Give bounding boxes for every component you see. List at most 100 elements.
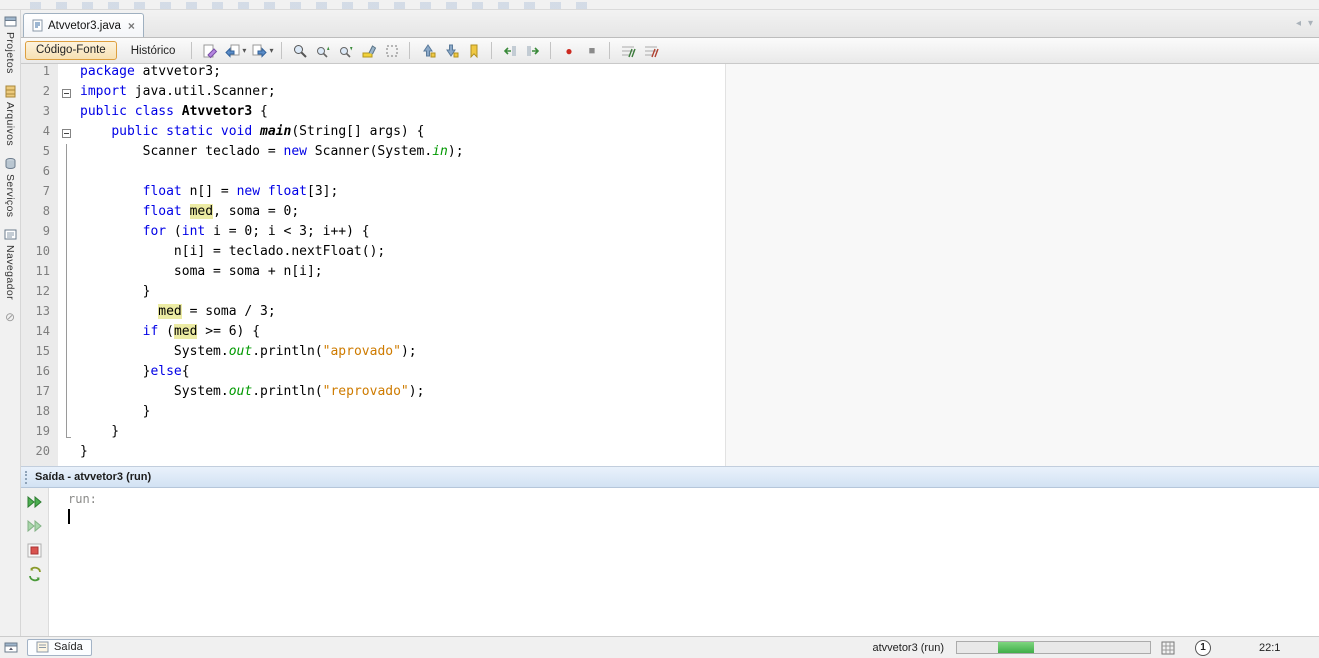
history-view-button[interactable]: Histórico bbox=[121, 42, 186, 60]
fold-margin bbox=[58, 264, 78, 284]
fold-margin bbox=[58, 184, 78, 204]
fold-margin bbox=[58, 444, 78, 464]
rerun-button[interactable] bbox=[26, 494, 43, 510]
stop-macro-button[interactable]: ■ bbox=[580, 40, 603, 61]
toggle-bookmark-button[interactable] bbox=[462, 40, 485, 61]
code-line: 11 soma = soma + n[i]; bbox=[21, 264, 1319, 284]
code-text: float n[] = new float[3]; bbox=[78, 184, 338, 204]
editor-toolbar: Código-Fonte Histórico ▾ ▾ ● ■ bbox=[21, 38, 1319, 64]
text-caret bbox=[68, 509, 70, 524]
line-number: 10 bbox=[21, 244, 58, 264]
console-output[interactable]: run: bbox=[49, 488, 1319, 636]
main-toolbar-clipped bbox=[0, 0, 1319, 10]
memory-grid-icon[interactable] bbox=[1161, 641, 1175, 655]
output-window-icon bbox=[36, 641, 49, 653]
code-text: soma = soma + n[i]; bbox=[78, 264, 323, 284]
tab-atvvetor3[interactable]: Atvvetor3.java × bbox=[23, 13, 144, 37]
line-number: 4 bbox=[21, 124, 58, 144]
comment-icon bbox=[620, 43, 636, 59]
source-view-button[interactable]: Código-Fonte bbox=[25, 41, 117, 60]
fold-margin bbox=[58, 104, 78, 124]
uncomment-icon bbox=[643, 43, 659, 59]
fold-margin bbox=[58, 424, 78, 444]
shift-right-button[interactable] bbox=[521, 40, 544, 61]
previous-bookmark-icon bbox=[420, 43, 436, 59]
code-text: med = soma / 3; bbox=[78, 304, 276, 324]
code-text: } bbox=[78, 424, 119, 444]
line-number: 1 bbox=[21, 64, 58, 84]
editor-tab-bar: Atvvetor3.java × ◂ ▾ bbox=[21, 10, 1319, 38]
files-icon bbox=[4, 85, 17, 98]
sidebar-item-projects[interactable]: Projetos bbox=[4, 15, 17, 74]
progress-fill bbox=[998, 642, 1035, 653]
chevron-down-icon[interactable]: ▾ bbox=[242, 46, 246, 55]
fold-margin bbox=[58, 144, 78, 164]
shift-right-icon bbox=[525, 43, 541, 59]
find-previous-button[interactable] bbox=[311, 40, 334, 61]
output-bottom-tab[interactable]: Saída bbox=[27, 639, 92, 656]
build-settings-button[interactable] bbox=[26, 566, 43, 582]
rerun-dirty-icon bbox=[27, 519, 43, 533]
fold-box-icon[interactable] bbox=[62, 89, 71, 98]
notification-icon[interactable]: 1 bbox=[1195, 640, 1211, 656]
fold-margin bbox=[58, 124, 78, 144]
code-line: 17 System.out.println("reprovado"); bbox=[21, 384, 1319, 404]
code-text: }else{ bbox=[78, 364, 190, 384]
fold-margin bbox=[58, 304, 78, 324]
status-bar: Saída atvvetor3 (run) 1 22:1 bbox=[0, 636, 1319, 658]
code-text: public static void main(String[] args) { bbox=[78, 124, 424, 144]
highlight-search-button[interactable] bbox=[357, 40, 380, 61]
code-line: 3public class Atvvetor3 { bbox=[21, 104, 1319, 124]
output-panel: run: bbox=[21, 488, 1319, 636]
line-number: 18 bbox=[21, 404, 58, 424]
output-bottom-tab-label: Saída bbox=[54, 641, 83, 653]
tab-menu-icon[interactable]: ▾ bbox=[1308, 18, 1313, 29]
chevron-down-icon[interactable]: ▾ bbox=[269, 46, 273, 55]
tab-scroll-left-icon[interactable]: ◂ bbox=[1296, 18, 1301, 29]
drag-grip-icon[interactable] bbox=[25, 471, 28, 484]
code-editor[interactable]: 1package atvvetor3;2import java.util.Sca… bbox=[21, 64, 1319, 466]
rectangular-selection-button[interactable] bbox=[380, 40, 403, 61]
java-file-icon bbox=[32, 19, 43, 32]
find-selection-button[interactable] bbox=[288, 40, 311, 61]
toolbar-separator bbox=[550, 42, 551, 59]
line-number: 20 bbox=[21, 444, 58, 464]
toolbar-separator bbox=[409, 42, 410, 59]
close-icon[interactable]: × bbox=[128, 19, 135, 33]
back-button[interactable] bbox=[221, 40, 244, 61]
progress-bar bbox=[956, 641, 1151, 654]
previous-bookmark-button[interactable] bbox=[416, 40, 439, 61]
sidebar-item-files[interactable]: Arquivos bbox=[4, 85, 17, 146]
last-edit-location-button[interactable] bbox=[198, 40, 221, 61]
code-text: System.out.println("reprovado"); bbox=[78, 384, 424, 404]
dock-icon[interactable] bbox=[4, 641, 18, 654]
comment-button[interactable] bbox=[616, 40, 639, 61]
sidebar-item-services[interactable]: Serviços bbox=[4, 157, 17, 217]
fold-margin bbox=[58, 164, 78, 184]
find-next-icon bbox=[338, 43, 354, 59]
services-icon bbox=[4, 157, 17, 170]
tab-title: Atvvetor3.java bbox=[48, 20, 121, 32]
shift-left-button[interactable] bbox=[498, 40, 521, 61]
forward-button[interactable] bbox=[248, 40, 271, 61]
start-macro-button[interactable]: ● bbox=[557, 40, 580, 61]
find-next-button[interactable] bbox=[334, 40, 357, 61]
next-bookmark-button[interactable] bbox=[439, 40, 462, 61]
toolbar-separator bbox=[281, 42, 282, 59]
code-line: 5 Scanner teclado = new Scanner(System.i… bbox=[21, 144, 1319, 164]
fold-box-icon[interactable] bbox=[62, 129, 71, 138]
rerun-with-args-button[interactable] bbox=[26, 518, 43, 534]
uncomment-button[interactable] bbox=[639, 40, 662, 61]
stop-run-icon bbox=[27, 543, 42, 558]
line-number: 6 bbox=[21, 164, 58, 184]
stop-run-button[interactable] bbox=[26, 542, 43, 558]
line-number: 7 bbox=[21, 184, 58, 204]
code-line: 13 med = soma / 3; bbox=[21, 304, 1319, 324]
sidebar-item-navigator[interactable]: Navegador bbox=[4, 228, 17, 300]
code-text: for (int i = 0; i < 3; i++) { bbox=[78, 224, 370, 244]
output-panel-header[interactable]: Saída - atvvetor3 (run) bbox=[21, 466, 1319, 488]
caret-position: 22:1 bbox=[1259, 642, 1293, 654]
code-line: 14 if (med >= 6) { bbox=[21, 324, 1319, 344]
code-text: if (med >= 6) { bbox=[78, 324, 260, 344]
code-text: } bbox=[78, 284, 150, 304]
